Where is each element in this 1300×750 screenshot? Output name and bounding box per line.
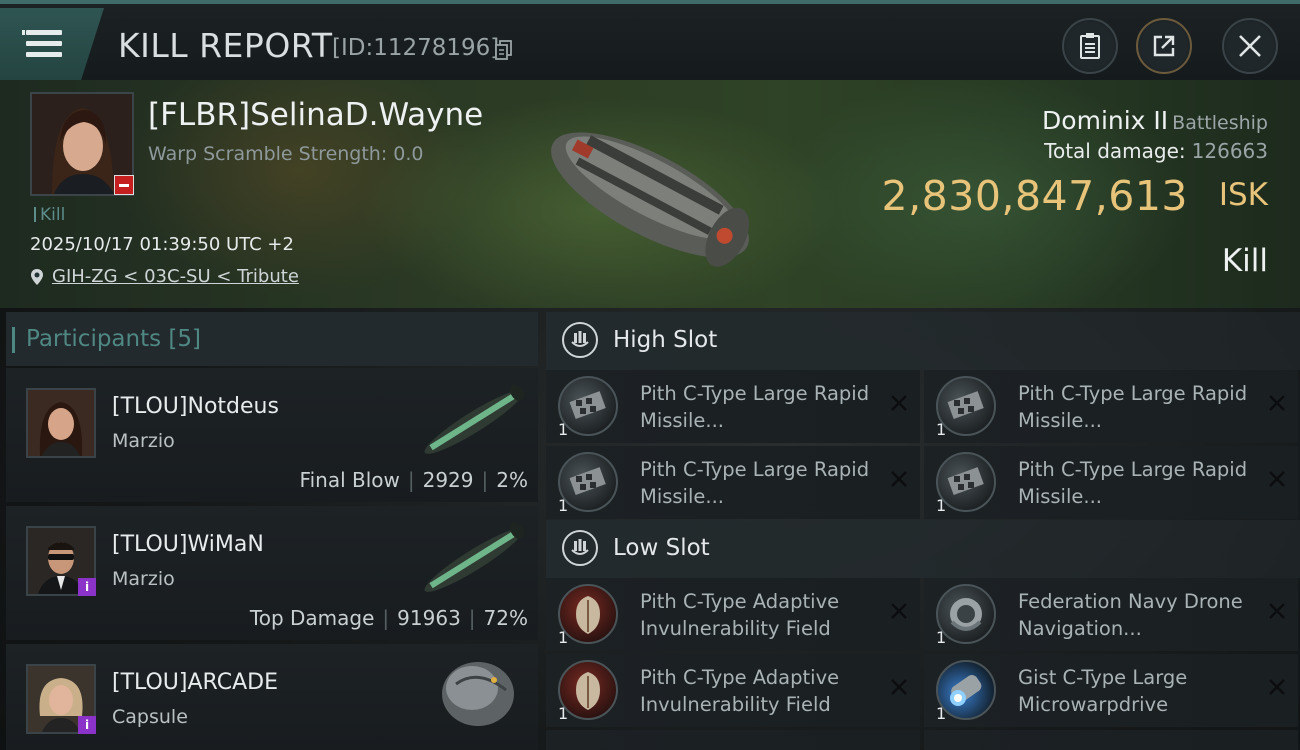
destroyed-icon: [1269, 471, 1285, 487]
low-slot-icon: [562, 530, 598, 566]
hamburger-icon: [22, 30, 62, 58]
victim-ship-image: [551, 132, 750, 267]
participants-header: Participants [5]: [6, 312, 538, 366]
ship-name: Dominix II: [1042, 106, 1169, 135]
module-quantity: 1: [936, 704, 947, 723]
result-label: Kill: [1221, 243, 1268, 279]
destroyed-icon: [1269, 603, 1285, 619]
participant-ship: Marzio: [112, 430, 175, 452]
participant-percent: 2%: [496, 468, 528, 492]
kill-tag: Kill: [34, 205, 65, 225]
info-badge: i: [78, 716, 96, 734]
participant-damage: 2929: [422, 468, 474, 492]
close-button[interactable]: [1222, 18, 1278, 74]
module-item[interactable]: 1 Pith C-Type Adaptive Invulnerability F…: [546, 654, 920, 727]
participant-ship: Capsule: [112, 706, 188, 728]
module-item[interactable]: 1 Pith C-Type Large Rapid Missile...: [924, 446, 1298, 519]
page-title: KILL REPORT: [118, 26, 333, 65]
module-quantity: 1: [558, 628, 569, 647]
participants-label: Participants [5]: [12, 326, 201, 353]
menu-button[interactable]: [0, 8, 104, 80]
module-item[interactable]: 1 Pith C-Type Large Rapid Missile...: [546, 446, 920, 519]
module-name: Pith C-Type Large Rapid Missile...: [640, 458, 870, 508]
report-id: [ID:11278196]: [332, 35, 500, 61]
module-item[interactable]: 1 Pith C-Type Large Rapid Missile...: [546, 370, 920, 443]
total-damage-value: 126663: [1191, 139, 1268, 163]
avatar: [26, 388, 96, 458]
module-name: Pith C-Type Large Rapid Missile...: [1018, 382, 1248, 432]
copy-icon[interactable]: [495, 40, 513, 60]
module-quantity: 1: [936, 628, 947, 647]
kill-timestamp: 2025/10/17 01:39:50 UTC +2: [30, 234, 294, 255]
destroyed-icon: [891, 603, 907, 619]
participant-ship-image: [424, 384, 525, 454]
high-slot-title: High Slot: [613, 327, 718, 353]
module-name: Pith C-Type Large Rapid Missile...: [1018, 458, 1248, 508]
isk-value: 2,830,847,613: [881, 172, 1188, 220]
warp-scramble-strength: Warp Scramble Strength: 0.0: [148, 143, 424, 165]
module-name: Pith C-Type Large Rapid Missile...: [640, 382, 870, 432]
module-quantity: 1: [558, 420, 569, 439]
participant-damage: 91963: [397, 606, 461, 630]
module-quantity: 1: [936, 496, 947, 515]
info-badge: i: [78, 578, 96, 596]
ship-class: Battleship: [1172, 112, 1268, 134]
destroyed-icon: [891, 395, 907, 411]
module-name: Gist C-Type Large Microwarpdrive: [1018, 666, 1188, 716]
module-quantity: 1: [936, 420, 947, 439]
victim-banner: [FLBR]SelinaD.Wayne Warp Scramble Streng…: [0, 80, 1300, 308]
module-item[interactable]: 1 Pith C-Type Adaptive Invulnerability F…: [546, 578, 920, 651]
capsule-image: [442, 662, 514, 726]
clipboard-button[interactable]: [1062, 18, 1118, 74]
participant-stats: Top Damage | 91963 | 72%: [249, 606, 528, 630]
high-slot-icon: [562, 322, 598, 358]
victim-ship[interactable]: Dominix II Battleship: [1042, 106, 1268, 135]
module-item-partial[interactable]: [546, 730, 920, 750]
participant-role: Final Blow: [299, 468, 400, 492]
module-item[interactable]: 1 Federation Navy Drone Navigation...: [924, 578, 1298, 651]
participant-stats: Final Blow | 2929 | 2%: [299, 468, 528, 492]
module-name: Pith C-Type Adaptive Invulnerability Fie…: [640, 666, 840, 716]
module-name: Pith C-Type Adaptive Invulnerability Fie…: [640, 590, 840, 640]
destroyed-icon: [1269, 679, 1285, 695]
participant-name: [TLOU]WiMaN: [112, 532, 264, 557]
low-slot-title: Low Slot: [613, 535, 710, 561]
participant-ship-image: [424, 522, 525, 592]
participant-role: Top Damage: [249, 606, 375, 630]
participant-name: [TLOU]ARCADE: [112, 670, 278, 695]
participant-ship: Marzio: [112, 568, 175, 590]
participant-row[interactable]: i [TLOU]ARCADE Capsule: [6, 644, 538, 750]
total-damage-label: Total damage:: [1044, 139, 1186, 163]
location-link[interactable]: GIH-ZG < 03C-SU < Tribute: [52, 266, 299, 287]
total-damage: Total damage: 126663: [1044, 139, 1268, 163]
participant-row[interactable]: [TLOU]Notdeus Marzio Final Blow | 2929 | 2%: [6, 368, 538, 502]
module-quantity: 1: [558, 704, 569, 723]
module-name: Federation Navy Drone Navigation...: [1018, 590, 1243, 640]
low-slot-header: Low Slot: [546, 520, 1300, 578]
destroyed-icon: [1269, 395, 1285, 411]
module-item-partial[interactable]: [924, 730, 1298, 750]
clipboard-icon: [1080, 33, 1100, 59]
destroyed-icon: [891, 679, 907, 695]
module-item[interactable]: 1 Gist C-Type Large Microwarpdrive: [924, 654, 1298, 727]
hostile-badge: [114, 175, 134, 195]
location-pin-icon: [31, 268, 43, 285]
participant-percent: 72%: [483, 606, 528, 630]
share-icon: [1153, 35, 1175, 57]
share-button[interactable]: [1136, 18, 1192, 74]
kill-location[interactable]: GIH-ZG < 03C-SU < Tribute: [30, 266, 299, 287]
destroyed-icon: [891, 471, 907, 487]
victim-name[interactable]: [FLBR]SelinaD.Wayne: [148, 97, 483, 133]
participant-row[interactable]: i [TLOU]WiMaN Marzio Top Damage | 91963 | 72…: [6, 506, 538, 640]
high-slot-header: High Slot: [546, 312, 1300, 370]
isk-unit: ISK: [1218, 177, 1268, 213]
top-bar: KILL REPORT [ID:11278196]: [0, 0, 1300, 80]
module-quantity: 1: [558, 496, 569, 515]
participant-name: [TLOU]Notdeus: [112, 394, 279, 419]
close-icon: [1239, 35, 1261, 57]
module-item[interactable]: 1 Pith C-Type Large Rapid Missile...: [924, 370, 1298, 443]
